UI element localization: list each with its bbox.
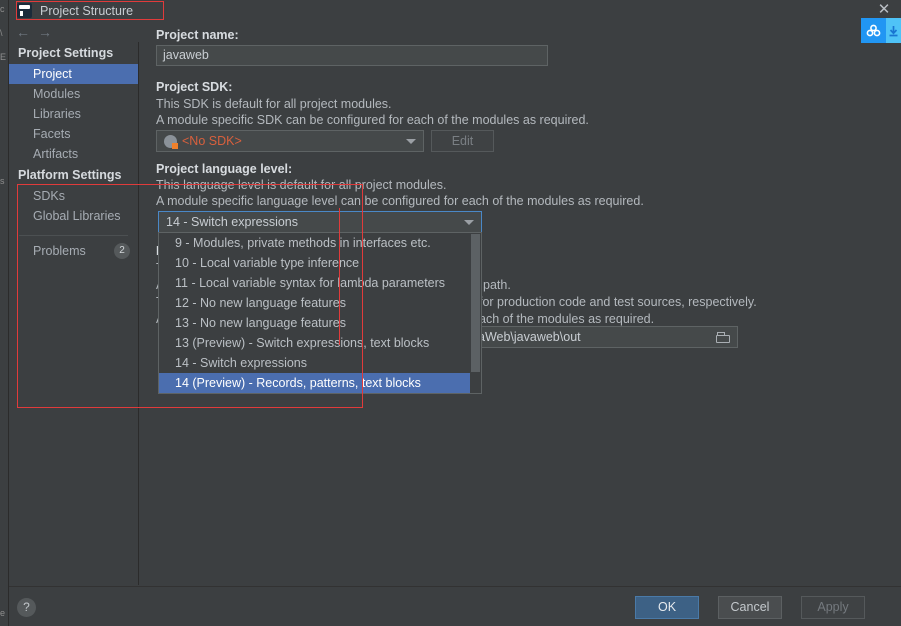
sidebar-item-label: SDKs: [33, 189, 65, 203]
compiler-output-desc-tail-1: path.: [483, 278, 511, 292]
language-level-combobox[interactable]: 14 - Switch expressions: [158, 211, 482, 233]
dropdown-option-14-preview[interactable]: 14 (Preview) - Records, patterns, text b…: [159, 373, 481, 393]
sidebar-divider: [19, 235, 128, 236]
project-sdk-value: <No SDK>: [182, 134, 242, 148]
project-sdk-desc-line-2: A module specific SDK can be configured …: [156, 113, 589, 127]
sidebar-group-header-platform-settings: Platform Settings: [18, 168, 122, 182]
sdk-warning-icon: [164, 134, 178, 149]
sidebar-group-header-project-settings: Project Settings: [18, 46, 114, 60]
language-level-dropdown-list[interactable]: 9 - Modules, private methods in interfac…: [158, 232, 482, 394]
background-ide-edge: c \ E s e: [0, 0, 9, 626]
problems-count-badge: 2: [114, 243, 130, 259]
dropdown-option-13-preview[interactable]: 13 (Preview) - Switch expressions, text …: [159, 333, 481, 353]
dialog-titlebar: Project Structure ✕: [9, 0, 901, 43]
apply-button[interactable]: Apply: [801, 596, 865, 619]
project-sdk-value-group: <No SDK>: [164, 131, 397, 151]
sidebar-item-modules[interactable]: Modules: [9, 84, 138, 104]
bg-glyph: E: [0, 52, 7, 62]
arrow-left-icon[interactable]: ←: [15, 24, 31, 40]
project-structure-dialog-screenshot: c \ E s e Project Structure ✕ ← → Projec…: [0, 0, 901, 626]
sdk-edit-button[interactable]: Edit: [431, 130, 494, 152]
scrollbar-thumb[interactable]: [471, 234, 480, 372]
sidebar-item-label: Global Libraries: [33, 209, 121, 223]
language-level-label: Project language level:: [156, 162, 293, 176]
sidebar-item-libraries[interactable]: Libraries: [9, 104, 138, 124]
arrow-right-icon[interactable]: →: [37, 24, 53, 40]
dropdown-option-11[interactable]: 11 - Local variable syntax for lambda pa…: [159, 273, 481, 293]
sidebar-item-label: Problems: [33, 244, 86, 258]
sidebar-item-problems[interactable]: Problems 2: [9, 240, 138, 262]
sidebar-item-label: Project: [33, 67, 72, 81]
chevron-down-icon[interactable]: [464, 220, 474, 225]
project-sdk-desc-line-1: This SDK is default for all project modu…: [156, 97, 392, 111]
vertical-scrollbar[interactable]: [470, 233, 481, 393]
language-level-desc-line-1: This language level is default for all p…: [156, 178, 447, 192]
project-name-input[interactable]: javaweb: [156, 45, 548, 66]
sidebar-item-label: Facets: [33, 127, 71, 141]
compiler-output-desc-tail-3: ach of the modules as required.: [479, 312, 655, 326]
help-button[interactable]: ?: [17, 598, 36, 617]
cancel-button[interactable]: Cancel: [718, 596, 782, 619]
bg-glyph: \: [0, 28, 3, 38]
sidebar-item-facets[interactable]: Facets: [9, 124, 138, 144]
ok-button[interactable]: OK: [635, 596, 699, 619]
dropdown-option-14[interactable]: 14 - Switch expressions: [159, 353, 481, 373]
sidebar-item-artifacts[interactable]: Artifacts: [9, 144, 138, 164]
dropdown-option-9[interactable]: 9 - Modules, private methods in interfac…: [159, 233, 481, 253]
project-sdk-combobox[interactable]: <No SDK>: [156, 130, 424, 152]
language-level-value: 14 - Switch expressions: [166, 215, 299, 229]
dropdown-option-10[interactable]: 10 - Local variable type inference: [159, 253, 481, 273]
compiler-output-path-input[interactable]: aWeb\javaweb\out: [470, 326, 738, 348]
folder-icon[interactable]: [716, 332, 730, 343]
project-name-label: Project name:: [156, 28, 239, 42]
sidebar-item-label: Libraries: [33, 107, 81, 121]
dialog-window: Project Structure ✕ ← → Project Settings…: [9, 0, 901, 626]
sidebar-item-sdks[interactable]: SDKs: [9, 186, 138, 206]
dropdown-option-12[interactable]: 12 - No new language features: [159, 293, 481, 313]
bg-glyph: s: [0, 176, 5, 186]
settings-sidebar: Project Settings Project Modules Librari…: [9, 42, 139, 585]
dialog-title-group: Project Structure: [14, 1, 141, 20]
sidebar-item-project[interactable]: Project: [9, 64, 138, 84]
language-level-desc-line-2: A module specific language level can be …: [156, 194, 644, 208]
dialog-title: Project Structure: [40, 3, 134, 18]
chevron-down-icon[interactable]: [406, 139, 416, 144]
compiler-output-desc-tail-2: for production code and test sources, re…: [479, 295, 757, 309]
project-settings-panel: Project name: javaweb Project SDK: This …: [140, 22, 901, 585]
bg-glyph: e: [0, 608, 6, 618]
project-sdk-label: Project SDK:: [156, 80, 233, 94]
compiler-output-path-value: aWeb\javaweb\out: [478, 330, 581, 344]
bg-glyph: c: [0, 4, 5, 14]
intellij-idea-logo-icon: [17, 3, 32, 18]
dropdown-option-13[interactable]: 13 - No new language features: [159, 313, 481, 333]
close-icon[interactable]: ✕: [876, 2, 892, 18]
sidebar-item-label: Modules: [33, 87, 81, 101]
dialog-footer: ? OK Cancel Apply: [9, 586, 901, 626]
sidebar-item-label: Artifacts: [33, 147, 79, 161]
sidebar-item-global-libraries[interactable]: Global Libraries: [9, 206, 138, 226]
